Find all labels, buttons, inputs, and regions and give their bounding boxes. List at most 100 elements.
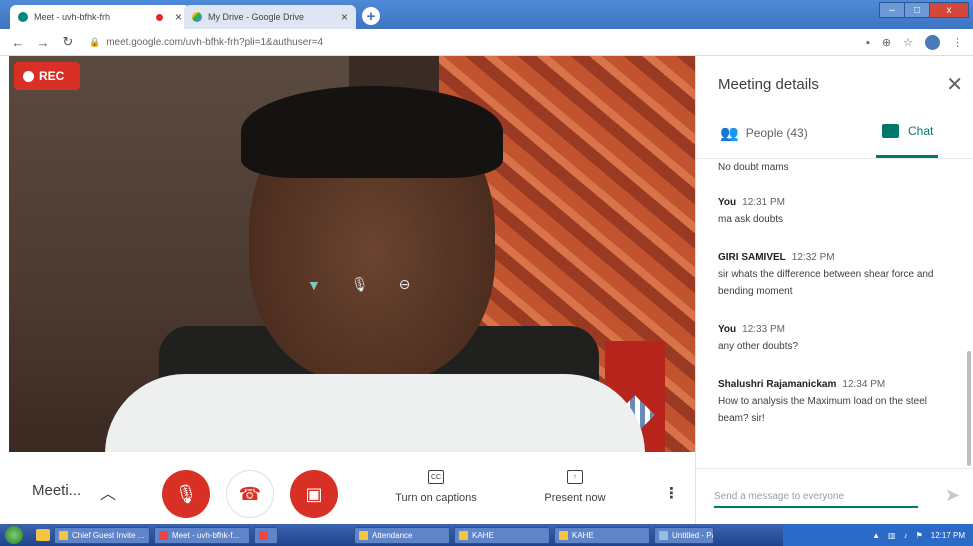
taskbar-item[interactable] [254, 526, 278, 544]
chat-message: You 12:31 PM ma ask doubts [718, 197, 948, 228]
tab-divider [696, 158, 973, 159]
close-icon[interactable]: × [341, 10, 348, 24]
message-sender: You [718, 197, 737, 208]
meeting-control-bar: Meeti... ︿ 🎙 ☎ ▣ CC Turn on captions ↑ P… [0, 452, 695, 524]
taskbar-label: Untitled - Paint [672, 530, 713, 540]
hang-up-icon: ☎ [238, 483, 262, 504]
windows-orb-icon [5, 526, 23, 544]
arrow-icon[interactable]: ▲ [872, 531, 880, 540]
chat-scrollbar[interactable] [967, 351, 971, 466]
present-icon: ↑ [567, 470, 583, 484]
star-icon[interactable]: ☆ [903, 36, 913, 49]
close-window-button[interactable]: x [929, 2, 969, 18]
chat-message: You 12:33 PM any other doubts? [718, 324, 948, 355]
flag-icon[interactable]: ⚑ [916, 531, 923, 540]
captions-label: Turn on captions [395, 492, 477, 504]
message-time: 12:32 PM [791, 252, 835, 263]
maximize-button[interactable]: □ [904, 2, 930, 18]
mic-off-icon: 🎙 [174, 483, 198, 504]
chevron-up-icon[interactable]: ︿ [100, 480, 116, 504]
start-button[interactable] [0, 524, 28, 546]
paint-icon [659, 530, 668, 540]
message-time: 12:34 PM [842, 379, 886, 390]
taskbar-label: KAHE [472, 530, 494, 540]
meeting-title[interactable]: Meeti... [32, 482, 81, 499]
message-text: sir whats the difference between shear f… [718, 269, 934, 297]
message-text: any other doubts? [718, 341, 799, 352]
record-dot-icon [23, 70, 34, 82]
taskbar-item[interactable]: KAHE [554, 526, 650, 544]
close-icon[interactable]: × [175, 10, 182, 24]
more-options-icon[interactable]: ⋮ [664, 484, 679, 502]
camera-off-icon: ▣ [305, 483, 323, 504]
reload-icon[interactable]: ↻ [61, 34, 75, 50]
explorer-icon[interactable] [36, 529, 50, 541]
chat-icon [882, 124, 899, 138]
presenter-shirt [105, 374, 645, 452]
tab-chat[interactable]: Chat [882, 124, 933, 138]
tab-drive[interactable]: My Drive - Google Drive × [184, 5, 356, 29]
close-panel-icon[interactable]: ✕ [946, 72, 963, 97]
message-time: 12:33 PM [742, 324, 785, 335]
zoom-icon[interactable]: ⊕ [882, 36, 891, 49]
panel-title: Meeting details [718, 76, 819, 93]
mic-icon[interactable]: 🎙 [351, 276, 369, 293]
chat-messages: No doubt mams You 12:31 PM ma ask doubts … [718, 160, 948, 427]
pin-icon[interactable]: ▼ [307, 277, 321, 293]
camera-toggle-button[interactable]: ▣ [290, 470, 338, 518]
folder-icon [59, 530, 68, 540]
folder-icon [459, 530, 468, 540]
taskbar-item[interactable]: Untitled - Paint [654, 526, 714, 544]
message-text: ma ask doubts [718, 214, 784, 225]
people-icon: 👥 [720, 125, 739, 142]
menu-dots-icon[interactable]: ⋮ [952, 36, 963, 49]
drive-favicon-icon [192, 12, 202, 22]
remove-icon[interactable]: ⊖ [399, 276, 411, 293]
message-text: How to analysis the Maximum load on the … [718, 396, 927, 424]
profile-avatar[interactable] [925, 35, 940, 50]
taskbar-label: Meet - uvh-bfhk-f... [172, 530, 240, 540]
message-sender: Shalushri Rajamanickam [718, 379, 837, 390]
present-now-button[interactable]: ↑ Present now [534, 470, 616, 504]
tile-controls: ▼ 🎙 ⊖ [292, 276, 425, 293]
clock[interactable]: 12:17 PM [931, 531, 965, 540]
address-bar: ← → ↻ 🔒 meet.google.com/uvh-bfhk-frh?pli… [0, 29, 973, 56]
leave-call-button[interactable]: ☎ [226, 470, 274, 518]
message-text: No doubt mams [718, 162, 789, 173]
windows-taskbar: Chief Guest Invite ... Meet - uvh-bfhk-f… [0, 524, 973, 546]
tab-people[interactable]: 👥 People (43) [720, 124, 808, 142]
message-sender: GIRI SAMIVEL [718, 252, 786, 263]
taskbar-label: Chief Guest Invite ... [72, 530, 145, 540]
tab-drive-title: My Drive - Google Drive [208, 12, 305, 22]
recording-badge: REC [14, 62, 80, 90]
url-field[interactable]: meet.google.com/uvh-bfhk-frh?pli=1&authu… [106, 37, 323, 48]
back-arrow-icon[interactable]: ← [11, 35, 25, 50]
recording-label: REC [39, 69, 65, 83]
present-label: Present now [544, 492, 606, 504]
minimize-button[interactable]: – [879, 2, 905, 18]
chat-message: GIRI SAMIVEL 12:32 PM sir whats the diffe… [718, 252, 948, 300]
recording-dot-icon [155, 13, 163, 21]
network-icon[interactable]: ▥ [888, 531, 896, 540]
folder-icon [559, 530, 568, 540]
mic-mute-button[interactable]: 🎙 [162, 470, 210, 518]
chat-message: Shalushri Rajamanickam 12:34 PM How to an… [718, 379, 948, 427]
taskbar-item[interactable]: Chief Guest Invite ... [54, 526, 150, 544]
address-bar-actions: ▪ ⊕ ☆ ⋮ [854, 35, 963, 50]
captions-icon: CC [428, 470, 444, 484]
lock-icon: 🔒 [89, 36, 101, 47]
taskbar-label: Attendance [372, 530, 413, 540]
captions-button[interactable]: CC Turn on captions [388, 470, 484, 504]
taskbar-item[interactable]: KAHE [454, 526, 550, 544]
volume-icon[interactable]: ♪ [904, 531, 908, 540]
screen: Meet - uvh-bfhk-frh × My Drive - Google … [0, 0, 973, 546]
meeting-details-panel: Meeting details ✕ 👥 People (43) Chat No … [695, 56, 973, 524]
send-icon[interactable]: ➤ [945, 485, 960, 506]
camera-icon[interactable]: ▪ [866, 37, 870, 49]
forward-arrow-icon[interactable]: → [36, 35, 50, 50]
new-tab-button[interactable]: + [362, 7, 380, 25]
taskbar-item[interactable]: Meet - uvh-bfhk-f... [154, 526, 250, 544]
message-input[interactable]: Send a message to everyone [714, 491, 918, 508]
tab-meet[interactable]: Meet - uvh-bfhk-frh × [10, 5, 190, 29]
taskbar-item[interactable]: Attendance [354, 526, 450, 544]
